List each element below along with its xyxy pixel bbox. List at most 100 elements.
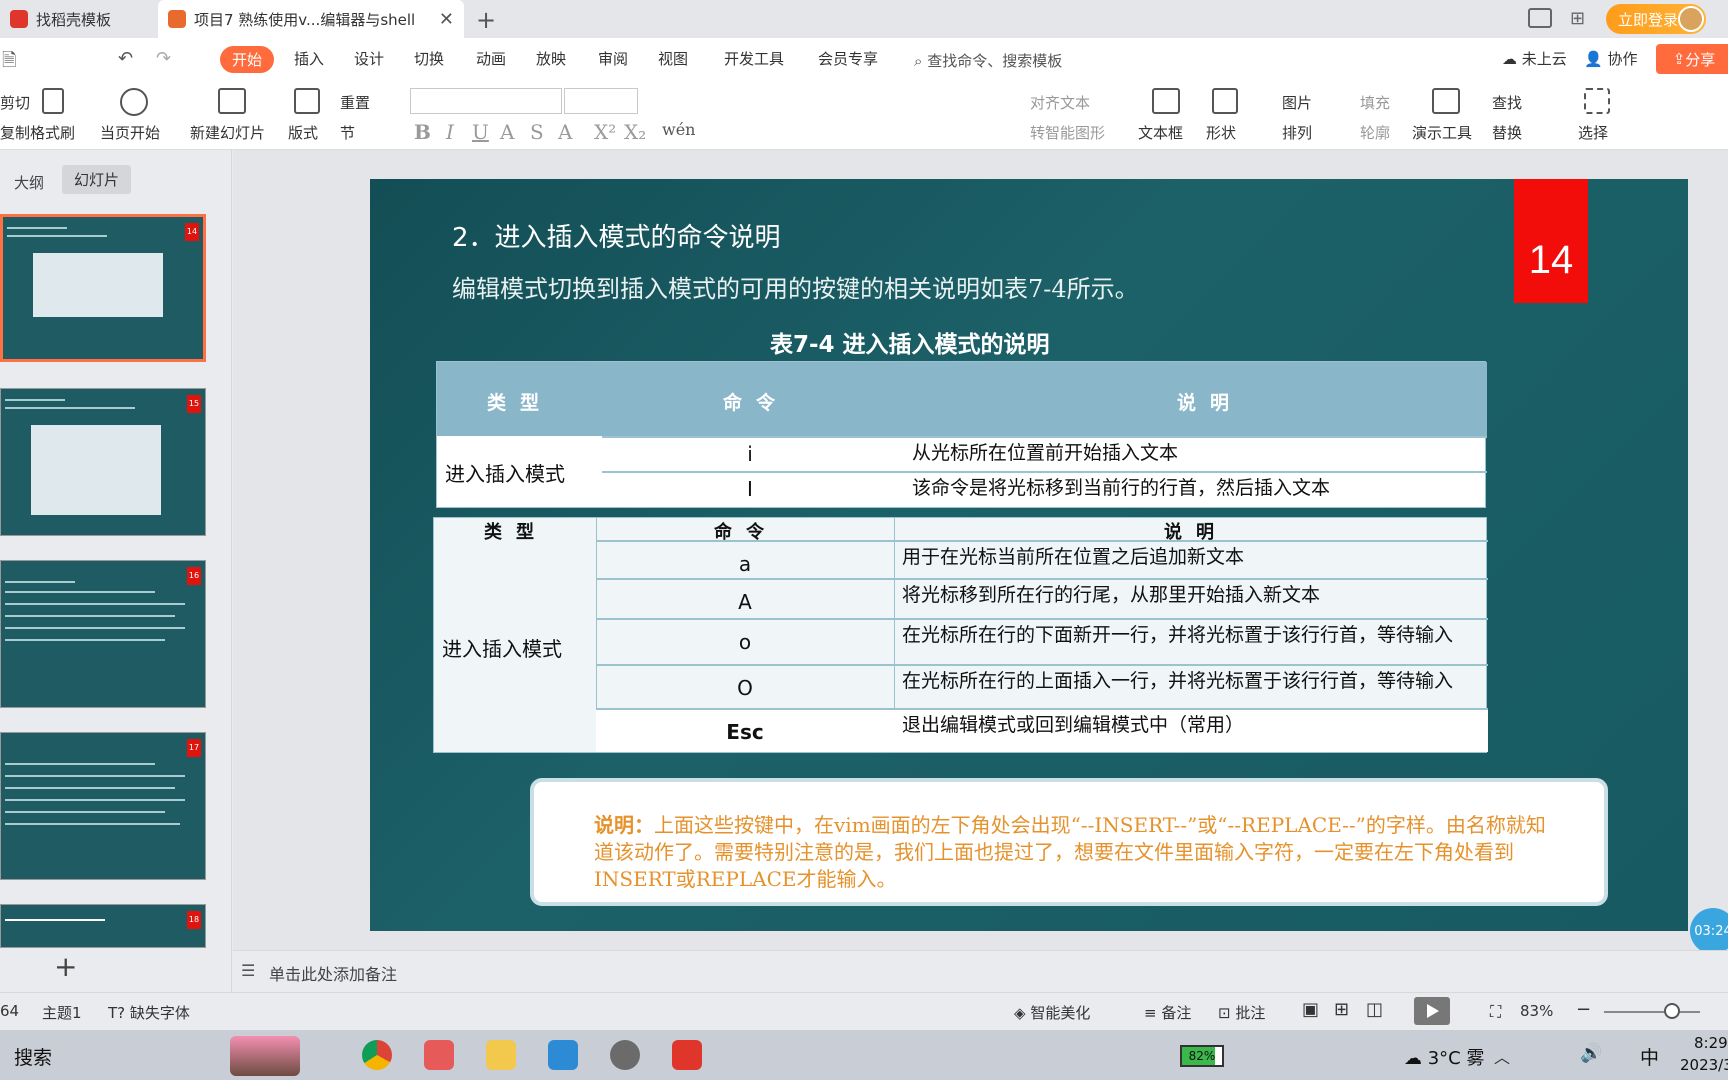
command-search[interactable]: ⌕ 查找命令、搜索模板 [914,50,1062,71]
clock-time[interactable]: 8:29 [1694,1034,1728,1052]
vm-icon[interactable] [548,1040,578,1070]
font-size-select[interactable] [564,88,638,114]
weather[interactable]: ☁ 3°C 雾 [1404,1044,1484,1070]
copy-button[interactable]: 复制 [0,122,30,143]
present-tools-icon [1432,88,1460,114]
strikethrough-icon[interactable]: A [500,120,514,144]
clock-date[interactable]: 2023/3 [1680,1056,1728,1074]
speaker-icon[interactable]: 🔊 [1580,1043,1602,1064]
menu-member[interactable]: 会员专享 [818,48,878,69]
comments-button[interactable]: ⊡ 批注 [1218,1002,1265,1023]
taskbar-search[interactable]: 搜索 [14,1043,52,1070]
slide-thumbnail[interactable]: 15 [0,388,206,536]
recording-timer[interactable]: 03:24 [1690,908,1728,954]
tab-bar: 找稻壳模板 项目7 熟练使用v...编辑器与shell ✕ + ⊞ 立即登录 [0,0,1728,38]
align-text-button[interactable]: 对齐文本 [1030,92,1090,113]
collab-button[interactable]: 👤 协作 [1584,48,1637,69]
login-button[interactable]: 立即登录 [1606,4,1706,34]
slide[interactable]: 14 2．进入插入模式的命令说明 编辑模式切换到插入模式的可用的按键的相关说明如… [370,179,1688,931]
notes-bar[interactable]: ☰ 单击此处添加备注 [233,950,1728,992]
tab-document[interactable]: 项目7 熟练使用v...编辑器与shell ✕ [158,0,464,38]
menu-start[interactable]: 开始 [220,46,275,73]
template-icon [10,10,28,28]
beautify-button[interactable]: ◈ 智能美化 [1014,1002,1090,1023]
normal-view-icon[interactable]: ▣ [1302,999,1319,1020]
layout-button[interactable]: 版式 [288,122,318,143]
zoom-level[interactable]: 83% [1520,1002,1553,1020]
present-tools-button[interactable]: 演示工具 [1412,122,1472,143]
close-icon[interactable]: ✕ [439,9,454,30]
menu-view[interactable]: 视图 [658,48,688,69]
fill-button[interactable]: 填充 [1360,92,1390,113]
select-button[interactable]: 选择 [1578,122,1608,143]
new-slide-button[interactable]: 新建幻灯片 [190,122,265,143]
picture-button[interactable]: 图片 [1282,92,1312,113]
missing-font-button[interactable]: T? 缺失字体 [108,1002,190,1023]
undo-icon[interactable]: ↶ [118,48,133,69]
shape-button[interactable]: 形状 [1206,122,1236,143]
folder-icon[interactable] [486,1040,516,1070]
grid-icon[interactable]: ⊞ [1570,8,1585,29]
cloud-status[interactable]: ☁ 未上云 [1502,48,1567,69]
slide-thumbnail[interactable]: 16 [0,560,206,708]
font-family-select[interactable] [410,88,562,114]
fit-icon[interactable]: ⛶ [1490,1002,1501,1022]
missing-font-label: 缺失字体 [129,1004,190,1022]
sorter-view-icon[interactable]: ⊞ [1334,999,1349,1020]
menu-review[interactable]: 审阅 [598,48,628,69]
tab-outline[interactable]: 大纲 [14,172,44,193]
replace-button[interactable]: 替换 [1492,122,1522,143]
underline-icon[interactable]: U [472,120,489,144]
zoom-slider-handle[interactable] [1664,1003,1680,1019]
play-slideshow-button[interactable] [1414,997,1450,1025]
window-layout-icon[interactable] [1528,8,1552,28]
slide-thumbnail[interactable]: 14 [0,214,206,362]
save-icon[interactable]: 🗎 [2,48,16,78]
menu-transition[interactable]: 切换 [414,48,444,69]
zoom-slider[interactable] [1604,1011,1700,1013]
input-method[interactable]: 中 [1640,1043,1659,1070]
pinyin-icon[interactable]: wén [662,120,695,139]
chrome-icon[interactable] [362,1040,392,1070]
shadow-icon[interactable]: S [530,120,544,144]
slide-thumbnail[interactable]: 18 [0,904,206,948]
chevron-up-icon[interactable]: ︿ [1494,1044,1510,1068]
format-painter-button[interactable]: 格式刷 [30,122,75,143]
tab-slides[interactable]: 幻灯片 [62,165,132,194]
cell-desc: 该命令是将光标移到当前行的行首，然后插入文本 [912,477,1331,499]
italic-icon[interactable]: I [446,120,454,144]
arrange-button[interactable]: 排列 [1282,122,1312,143]
wps-icon[interactable] [672,1040,702,1070]
notes-placeholder[interactable]: 单击此处添加备注 [269,961,397,985]
redo-icon[interactable]: ↷ [156,48,171,69]
menu-design[interactable]: 设计 [354,48,384,69]
from-current-button[interactable]: 当页开始 [100,122,160,143]
textbox-button[interactable]: 文本框 [1138,122,1183,143]
settings-gear-icon[interactable] [610,1040,640,1070]
bold-icon[interactable]: B [414,120,431,144]
zoom-out-icon[interactable]: − [1576,999,1591,1020]
menu-developer[interactable]: 开发工具 [724,48,784,69]
subscript-icon[interactable]: X₂ [624,120,646,144]
cut-button[interactable]: 剪切 [0,92,30,113]
find-button[interactable]: 查找 [1492,92,1522,113]
share-button[interactable]: ⇪ 分享 [1656,44,1728,74]
theme-name[interactable]: 主题1 [42,1002,82,1023]
app-icon[interactable] [424,1040,454,1070]
notes-toggle-button[interactable]: ≡ 备注 [1144,1002,1191,1023]
superscript-icon[interactable]: X² [594,120,616,144]
menu-animation[interactable]: 动画 [476,48,506,69]
battery-indicator[interactable]: 82% [1180,1045,1224,1067]
outline-button[interactable]: 轮廓 [1360,122,1390,143]
reading-view-icon[interactable]: ◫ [1366,999,1383,1020]
menu-slideshow[interactable]: 放映 [536,48,566,69]
add-slide-icon[interactable]: + [54,950,77,983]
add-tab-icon[interactable]: + [476,6,496,34]
menu-insert[interactable]: 插入 [294,48,324,69]
tab-template[interactable]: 找稻壳模板 [0,0,155,38]
reset-button[interactable]: 重置 [340,92,370,113]
section-button[interactable]: 节 [340,122,355,143]
slide-thumbnail[interactable]: 17 [0,732,206,880]
convert-smartart-button[interactable]: 转智能图形 [1030,122,1105,143]
font-color-icon[interactable]: A [558,120,572,144]
